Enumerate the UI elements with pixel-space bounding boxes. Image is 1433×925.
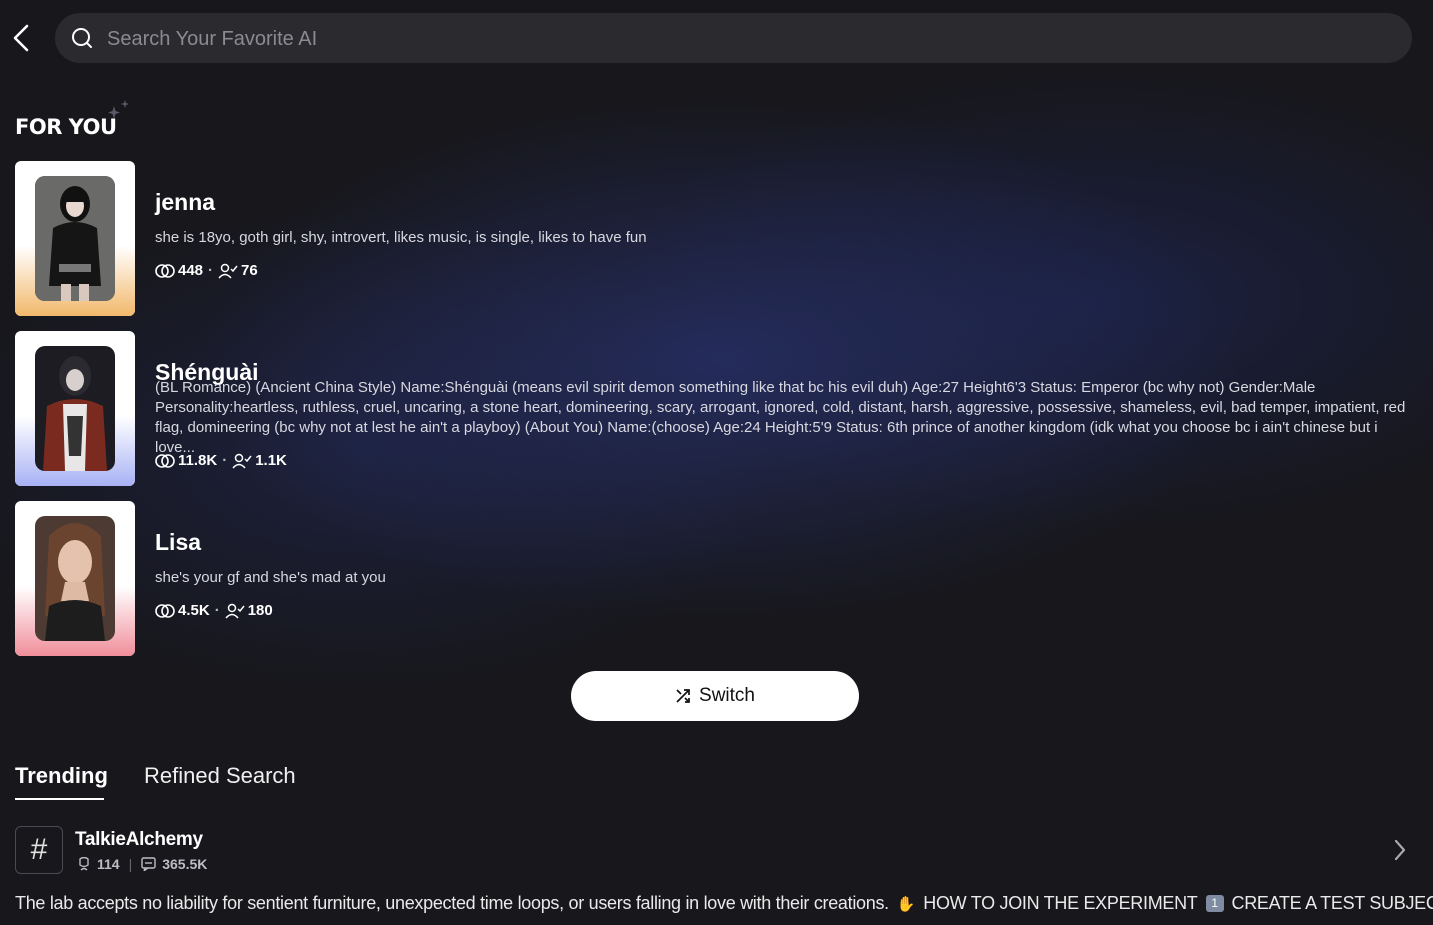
followers-icon	[232, 453, 252, 469]
avatar	[15, 331, 135, 486]
switch-button[interactable]: Switch	[571, 671, 859, 721]
character-name: Lisa	[155, 529, 202, 555]
shuffle-icon	[676, 689, 690, 703]
separator-dot: ·	[222, 452, 228, 469]
ticker-heading: HOW TO JOIN THE EXPERIMENT	[923, 893, 1198, 913]
chevron-right-icon[interactable]	[1392, 838, 1408, 862]
separator-dot: ·	[208, 262, 214, 279]
trending-tag-row[interactable]: # TalkieAlchemy 114 | 365.5K	[15, 826, 1418, 876]
character-stats: 448 · 76	[155, 262, 258, 279]
avatar	[15, 501, 135, 656]
ticker-text: The lab accepts no liability for sentien…	[15, 893, 889, 913]
chat-count: 448	[178, 262, 204, 279]
tag-description-ticker: The lab accepts no liability for sentien…	[15, 893, 1433, 914]
character-stats: 4.5K · 180	[155, 602, 273, 619]
character-description: she is 18yo, goth girl, shy, introvert, …	[155, 229, 647, 246]
character-description: she's your gf and she's mad at you	[155, 569, 386, 586]
chat-bubbles-icon	[155, 453, 175, 468]
tab-trending[interactable]: Trending	[15, 763, 108, 789]
active-tab-indicator	[15, 798, 104, 800]
avatar	[15, 161, 135, 316]
character-stats: 11.8K · 1.1K	[155, 452, 287, 469]
switch-label: Switch	[699, 685, 755, 706]
followers-icon	[218, 263, 238, 279]
search-bar[interactable]	[55, 13, 1412, 65]
followers-icon	[225, 603, 245, 619]
character-card-lisa[interactable]: Lisa she's your gf and she's mad at you …	[15, 501, 1415, 656]
chat-bubbles-icon	[155, 603, 175, 618]
character-icon	[79, 857, 89, 871]
chat-count: 11.8K	[178, 452, 218, 469]
chat-count: 365.5K	[162, 856, 208, 872]
character-card-shenguai[interactable]: Shénguài (BL Romance) (Ancient China Sty…	[15, 331, 1415, 486]
character-name: jenna	[155, 189, 216, 215]
search-input[interactable]	[105, 13, 1389, 65]
tag-stats: 114 | 365.5K	[77, 856, 207, 872]
sparkle-icon	[108, 100, 129, 119]
message-icon	[141, 857, 156, 871]
search-icon	[72, 28, 92, 48]
character-description: (BL Romance) (Ancient China Style) Name:…	[155, 379, 1406, 456]
character-count: 114	[97, 856, 120, 872]
separator: |	[128, 856, 133, 872]
hand-emoji-icon: ✋	[896, 895, 916, 913]
hashtag-icon: #	[15, 826, 63, 874]
ticker-step: CREATE A TEST SUBJECT -	[1231, 893, 1433, 913]
tab-refined-search[interactable]: Refined Search	[144, 763, 296, 789]
for-you-title: FOR YOU	[15, 115, 117, 139]
keycap-one-icon: 1	[1205, 895, 1224, 912]
follower-count: 76	[241, 262, 258, 279]
character-card-jenna[interactable]: jenna she is 18yo, goth girl, shy, intro…	[15, 161, 1415, 316]
follower-count: 1.1K	[255, 452, 287, 469]
chat-count: 4.5K	[178, 602, 210, 619]
separator-dot: ·	[214, 602, 220, 619]
chat-bubbles-icon	[155, 263, 175, 278]
tag-name: TalkieAlchemy	[75, 829, 203, 850]
back-arrow-icon[interactable]	[8, 22, 34, 54]
follower-count: 180	[247, 602, 273, 619]
